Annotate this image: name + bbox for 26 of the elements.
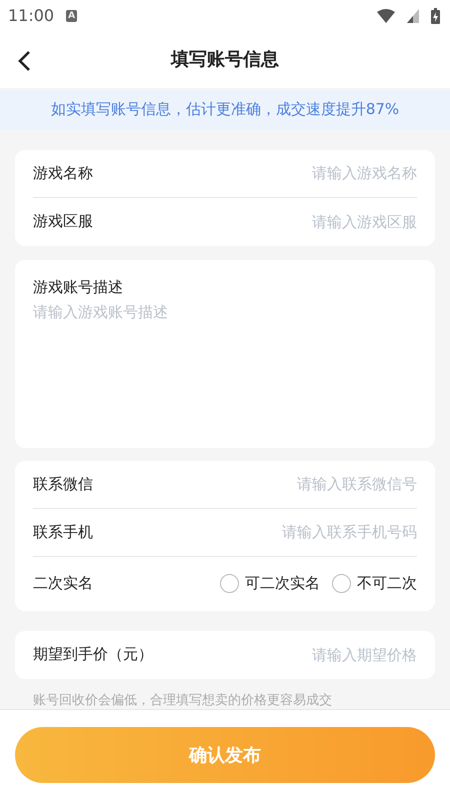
input-field[interactable]: 请输入游戏区服 bbox=[227, 212, 417, 230]
input-field[interactable]: 请输入联系微信号 bbox=[227, 475, 417, 493]
status-time: 11:00 bbox=[8, 6, 54, 26]
signal-icon bbox=[407, 8, 419, 23]
field-label: 游戏区服 bbox=[33, 212, 93, 231]
battery-icon bbox=[431, 8, 440, 24]
field-label: 二次实名 bbox=[33, 574, 93, 593]
input-field[interactable]: 请输入联系手机号码 bbox=[227, 523, 417, 541]
radio-icon[interactable] bbox=[220, 574, 239, 593]
input-field[interactable]: 请输入游戏名称 bbox=[227, 164, 417, 182]
field-label: 游戏账号描述 bbox=[33, 278, 124, 296]
description-card[interactable]: 游戏账号描述 请输入游戏账号描述 bbox=[15, 260, 435, 448]
radio-option[interactable]: 不可二次 bbox=[332, 574, 417, 593]
field-label: 联系微信 bbox=[33, 474, 93, 494]
back-icon[interactable] bbox=[17, 50, 31, 72]
input-field[interactable]: 请输入期望价格 bbox=[227, 646, 417, 664]
field-label: 期望到手价（元） bbox=[33, 645, 153, 664]
wifi-icon bbox=[377, 8, 395, 23]
price-hint: 账号回收价会偏低，合理填写想卖的价格更容易成交 bbox=[33, 692, 333, 708]
page-title: 填写账号信息 bbox=[171, 48, 279, 72]
info-banner: 如实填写账号信息，估计更准确，成交速度提升87% bbox=[0, 90, 450, 130]
notification-badge: A bbox=[66, 10, 78, 22]
field-label: 联系手机 bbox=[33, 522, 93, 542]
radio-icon[interactable] bbox=[332, 574, 351, 593]
radio-option[interactable]: 可二次实名 bbox=[220, 574, 320, 593]
field-label: 游戏名称 bbox=[33, 164, 93, 182]
